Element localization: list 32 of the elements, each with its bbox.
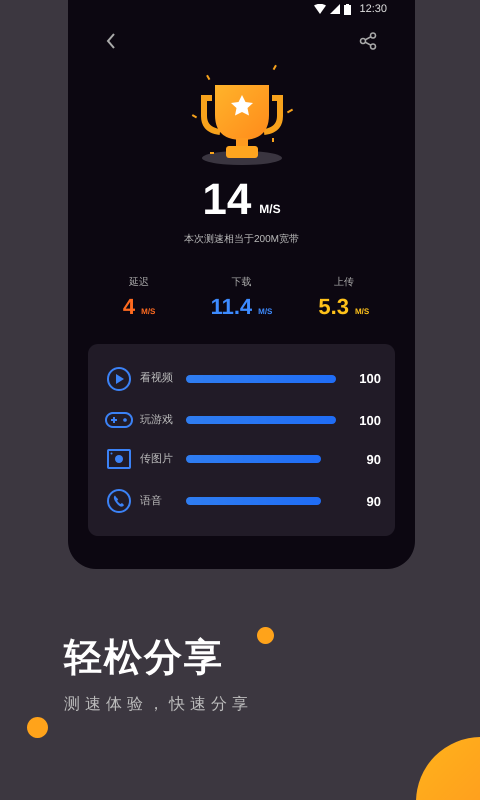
stat-unit: M/S xyxy=(258,306,272,318)
score-label: 玩游戏 xyxy=(140,413,174,428)
photo-icon xyxy=(107,449,131,470)
stat-label: 延迟 xyxy=(129,276,150,290)
phone-icon xyxy=(106,488,132,514)
gamepad-icon xyxy=(105,411,133,430)
score-label: 看视频 xyxy=(140,371,174,386)
stat-value: 11.4 xyxy=(210,296,252,318)
stat-label: 上传 xyxy=(334,276,354,290)
score-label: 传图片 xyxy=(140,452,174,468)
stat-value: 4 xyxy=(122,296,136,318)
signal-icon xyxy=(330,4,340,14)
stat-value: 5.3 xyxy=(318,296,349,318)
stat-label: 下载 xyxy=(231,276,252,290)
stat-unit: M/S xyxy=(141,306,156,318)
back-icon[interactable] xyxy=(106,33,116,49)
share-icon[interactable] xyxy=(359,32,377,50)
score-value: 90 xyxy=(366,492,381,511)
score-label: 语音 xyxy=(140,494,163,510)
score-value: 90 xyxy=(366,450,381,469)
score-value: 100 xyxy=(359,370,381,388)
battery-icon xyxy=(344,4,352,14)
wifi-icon xyxy=(314,4,326,14)
status-time: 12:30 xyxy=(359,2,387,17)
play-icon xyxy=(106,366,132,392)
score-value: 100 xyxy=(359,412,381,430)
speed-unit: M/S xyxy=(259,201,281,218)
promo-title: 轻松分享 xyxy=(64,639,225,677)
speed-caption: 本次测速相当于200M宽带 xyxy=(184,232,299,247)
promo-subtitle: 测速体验，快速分享 xyxy=(64,694,254,715)
speed-value: 14 xyxy=(202,178,252,222)
stat-unit: M/S xyxy=(355,306,370,318)
